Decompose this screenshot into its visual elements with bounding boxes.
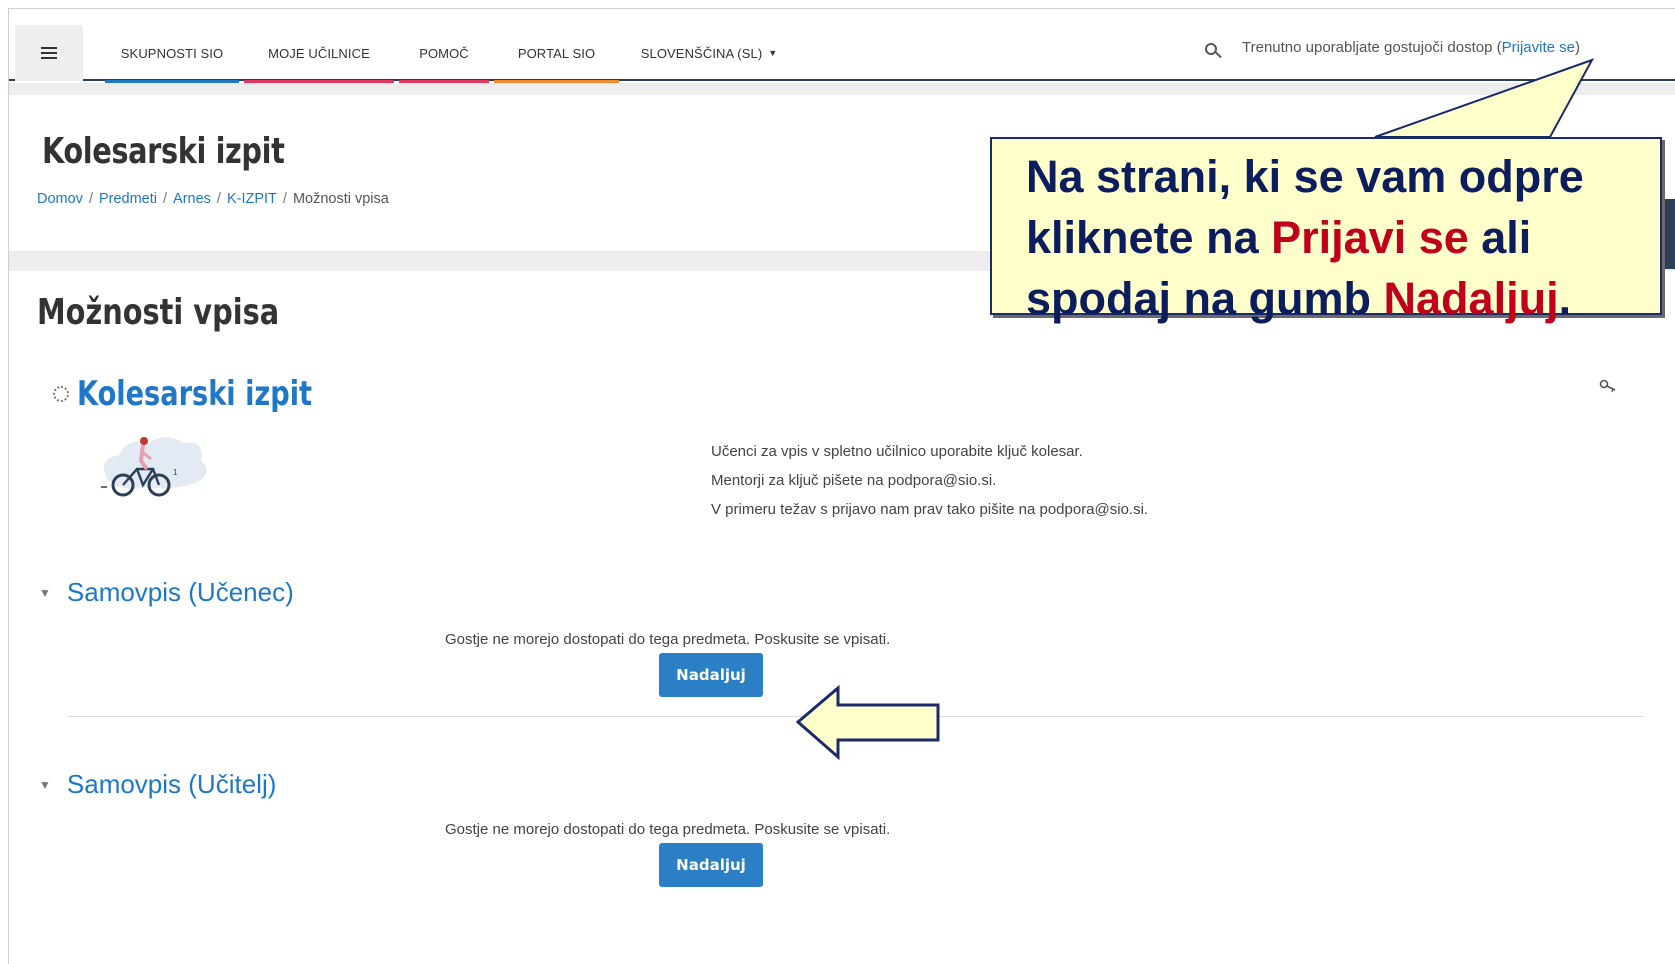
arrow-left-icon bbox=[795, 684, 940, 761]
instruction-callout-text: Na strani, ki se vam odpre kliknete na P… bbox=[1026, 151, 1584, 324]
callout-pointer bbox=[1374, 58, 1595, 138]
